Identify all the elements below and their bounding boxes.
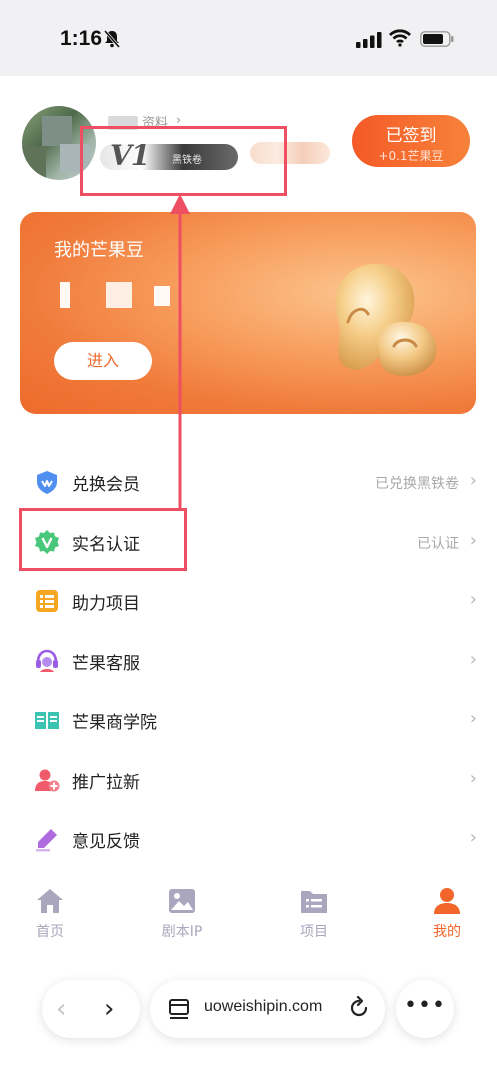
- menu-item-label: 兑换会员: [72, 475, 140, 495]
- chevron-right-icon: ›: [469, 648, 477, 670]
- tabs-icon: [169, 999, 189, 1019]
- beans-card: 我的芒果豆 进入: [20, 212, 476, 414]
- bell-muted-icon: [103, 30, 121, 48]
- beans-value-blurred: [54, 282, 184, 310]
- vip-shield-icon: [37, 471, 57, 494]
- menu-item-feedback[interactable]: 意见反馈 ›: [0, 809, 497, 869]
- address-bar[interactable]: uoweishipin.com: [150, 980, 385, 1038]
- tab-label: 首页: [36, 924, 64, 940]
- menu-item-academy[interactable]: 芒果商学院 ›: [0, 690, 497, 750]
- enter-button[interactable]: 进入: [54, 342, 152, 380]
- menu-item-value: 已兑换黑铁卷: [375, 476, 459, 492]
- pen-icon: [36, 829, 57, 852]
- wifi-icon: [389, 29, 411, 47]
- chevron-right-icon: ›: [469, 827, 477, 848]
- back-button[interactable]: ‹: [56, 994, 66, 1024]
- chevron-right-icon: ›: [469, 470, 477, 491]
- more-button[interactable]: •••: [396, 980, 454, 1038]
- checkin-label: 已签到: [385, 126, 437, 146]
- status-bar: 1:16: [0, 0, 497, 76]
- forward-button[interactable]: ›: [104, 994, 114, 1024]
- menu-item-support-project[interactable]: 助力项目 ›: [0, 571, 497, 631]
- menu-item-label: 芒果商学院: [72, 713, 157, 733]
- tab-label: 我的: [433, 924, 461, 940]
- folder-list-icon: [301, 891, 327, 913]
- menu-item-customer-service[interactable]: 芒果客服 ›: [0, 631, 497, 691]
- checkin-button[interactable]: 已签到 +0.1芒果豆: [352, 115, 470, 167]
- menu-item-label: 实名认证: [72, 534, 140, 555]
- menu-item-exchange-vip[interactable]: 兑换会员 已兑换黑铁卷 ›: [0, 452, 497, 512]
- tab-label: 剧本IP: [161, 924, 203, 940]
- menu-item-label: 推广拉新: [72, 772, 140, 793]
- tab-script-ip[interactable]: 剧本IP: [132, 878, 232, 941]
- tab-projects[interactable]: 项目: [264, 878, 364, 941]
- tab-home[interactable]: 首页: [0, 878, 100, 941]
- tab-label: 项目: [300, 924, 328, 940]
- browser-toolbar: ‹ › uoweishipin.com •••: [0, 960, 497, 1080]
- url-text: uoweishipin.com: [204, 998, 323, 1015]
- headset-icon: [36, 649, 58, 672]
- chevron-right-icon: ›: [469, 529, 477, 551]
- verified-badge-icon: [35, 529, 59, 554]
- menu-list: 兑换会员 已兑换黑铁卷 › 实名认证 已认证 › 助力项目 › 芒果客服 › 芒…: [0, 452, 497, 869]
- checkin-reward: +0.1芒果豆: [378, 149, 444, 163]
- signal-icon: [356, 32, 382, 48]
- browser-nav-group: ‹ ›: [42, 980, 140, 1038]
- add-user-icon: [35, 769, 60, 791]
- chevron-right-icon: ›: [469, 767, 477, 789]
- menu-item-label: 助力项目: [72, 594, 140, 614]
- menu-item-label: 芒果客服: [72, 653, 140, 674]
- person-icon: [434, 888, 460, 914]
- list-doc-icon: [36, 590, 58, 612]
- menu-item-value: 已认证: [417, 535, 459, 552]
- mango-bean-icon: [335, 263, 437, 376]
- menu-item-realname[interactable]: 实名认证 已认证 ›: [0, 512, 497, 572]
- battery-icon: [420, 31, 454, 47]
- book-icon: [35, 712, 59, 729]
- menu-item-label: 意见反馈: [72, 832, 140, 852]
- menu-item-promotion[interactable]: 推广拉新 ›: [0, 750, 497, 810]
- beans-card-title: 我的芒果豆: [54, 240, 144, 261]
- reload-icon[interactable]: [347, 996, 371, 1020]
- tab-bar: 首页 剧本IP 项目 我的: [0, 878, 497, 948]
- chevron-right-icon: ›: [469, 589, 477, 610]
- chevron-right-icon: ›: [469, 708, 477, 729]
- annotation-box-vip: [80, 126, 287, 196]
- image-icon: [169, 889, 195, 913]
- tab-mine[interactable]: 我的: [397, 878, 497, 941]
- status-time: 1:16: [60, 27, 103, 50]
- home-icon: [37, 889, 63, 913]
